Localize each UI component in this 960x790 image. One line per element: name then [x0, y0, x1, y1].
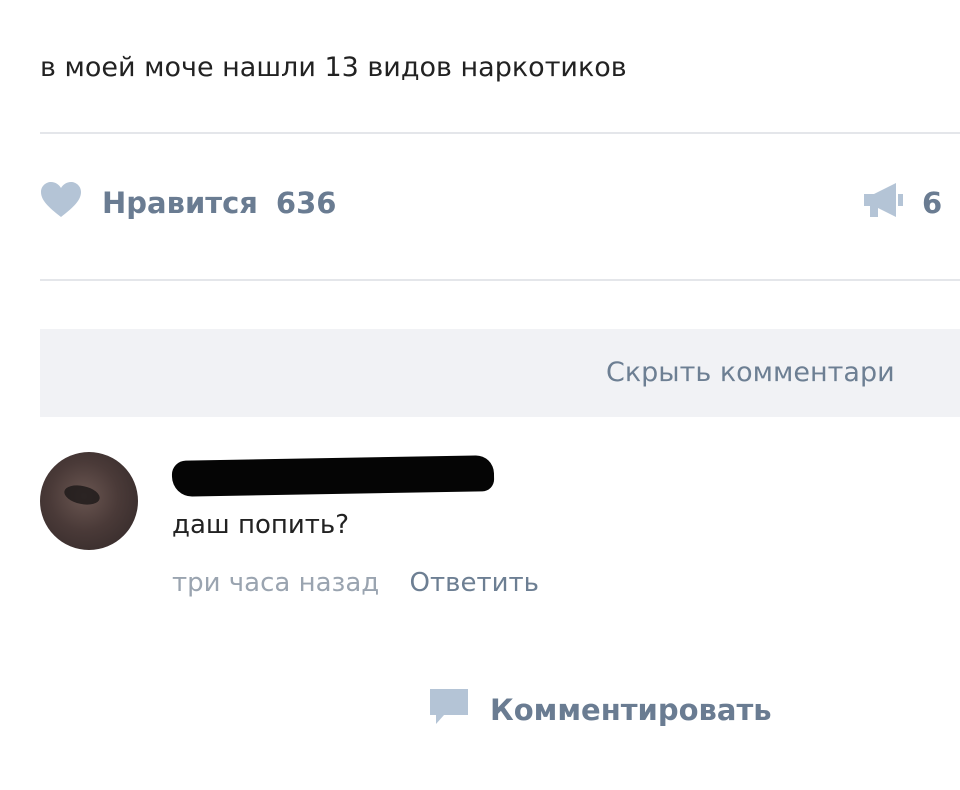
hide-comments-button[interactable]: Скрыть комментари — [606, 329, 895, 417]
comment-button[interactable]: Комментировать — [428, 630, 960, 790]
post-actions: Нравится 636 Комментировать 6 — [40, 180, 960, 727]
like-button[interactable]: Нравится 636 — [40, 180, 336, 226]
heart-icon — [40, 181, 82, 226]
comment-timestamp[interactable]: три часа назад — [172, 568, 379, 598]
author-name-redacted — [171, 455, 495, 497]
divider-bottom — [40, 279, 960, 281]
like-count: 636 — [275, 186, 337, 220]
megaphone-icon — [862, 180, 904, 227]
share-count: 6 — [922, 186, 943, 220]
comment-text: даш попить? — [172, 510, 350, 540]
post-text: в моей моче нашли 13 видов наркотиков — [40, 52, 627, 83]
avatar[interactable] — [40, 452, 138, 550]
speech-bubble-icon — [428, 687, 470, 734]
share-button[interactable]: 6 — [862, 180, 942, 226]
like-label: Нравится — [102, 186, 258, 220]
comments-bar: Скрыть комментари — [40, 329, 960, 417]
comment-item: даш попить? три часа назад Ответить — [40, 450, 960, 610]
comment-label: Комментировать — [490, 693, 772, 727]
comment-meta: три часа назад Ответить — [172, 566, 539, 600]
reply-button[interactable]: Ответить — [410, 568, 539, 598]
divider-top — [40, 132, 960, 134]
